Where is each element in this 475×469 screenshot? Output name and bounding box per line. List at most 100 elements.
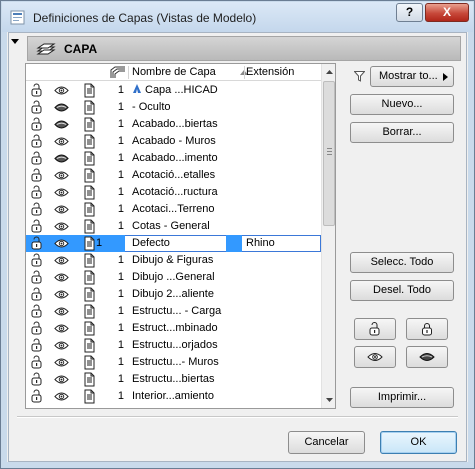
wireframe-page-icon[interactable] xyxy=(82,219,97,234)
lock-open-icon[interactable] xyxy=(30,219,45,234)
eye-icon[interactable] xyxy=(54,185,69,200)
table-row[interactable]: 1 Acotació...etalles xyxy=(26,167,321,184)
layer-name[interactable]: Estructu...- Muros xyxy=(132,354,240,371)
layer-extension[interactable] xyxy=(246,167,320,184)
select-all-button[interactable]: Selecc. Todo xyxy=(350,252,454,273)
layer-number[interactable]: 1 xyxy=(110,371,124,388)
eye-icon[interactable] xyxy=(54,304,69,319)
layer-name[interactable]: Estructu...biertas xyxy=(132,371,240,388)
eye-icon[interactable] xyxy=(54,321,69,336)
layer-name[interactable]: Acabado - Muros xyxy=(132,133,240,150)
table-row[interactable]: 1 Dibujo & Figuras xyxy=(26,252,321,269)
help-button[interactable]: ? xyxy=(396,3,423,22)
layer-extension[interactable] xyxy=(246,99,320,116)
layer-name[interactable]: Defecto xyxy=(132,235,240,252)
layer-extension[interactable] xyxy=(246,371,320,388)
layer-extension[interactable] xyxy=(246,286,320,303)
eye-closed-icon[interactable] xyxy=(54,117,69,132)
lock-open-icon[interactable] xyxy=(30,202,45,217)
layer-extension[interactable] xyxy=(246,269,320,286)
layer-number[interactable]: 1 xyxy=(110,218,124,235)
table-row[interactable]: 1 Acotació...ructura xyxy=(26,184,321,201)
layer-list[interactable]: Nombre de Capa Extensión 1 Capa ...HICAD 1… xyxy=(25,63,336,409)
unlock-all-button[interactable] xyxy=(354,318,396,340)
table-row[interactable]: 1 Acotaci...Terreno xyxy=(26,201,321,218)
scroll-up-icon[interactable] xyxy=(322,64,336,80)
layer-number[interactable]: 1 xyxy=(110,388,124,405)
lock-all-button[interactable] xyxy=(406,318,448,340)
eye-icon[interactable] xyxy=(54,287,69,302)
wireframe-page-icon[interactable] xyxy=(82,202,97,217)
layer-number[interactable]: 1 xyxy=(110,150,124,167)
close-button[interactable]: X xyxy=(425,3,469,22)
layer-number[interactable]: 1 xyxy=(110,82,124,99)
layer-extension[interactable] xyxy=(246,337,320,354)
table-row[interactable]: 1 Cotas - General xyxy=(26,218,321,235)
layer-extension[interactable] xyxy=(246,201,320,218)
list-scrollbar[interactable] xyxy=(321,64,336,408)
layer-number[interactable]: 1 xyxy=(110,320,124,337)
delete-button[interactable]: Borrar... xyxy=(350,122,454,143)
layer-extension[interactable] xyxy=(246,184,320,201)
layer-number[interactable]: 1 xyxy=(110,303,124,320)
wireframe-page-icon[interactable] xyxy=(82,83,97,98)
lock-open-icon[interactable] xyxy=(30,304,45,319)
wireframe-page-icon[interactable] xyxy=(82,287,97,302)
layer-extension[interactable] xyxy=(246,320,320,337)
table-row[interactable]: 1 Estructu...orjados xyxy=(26,337,321,354)
table-row-selected[interactable]: 1 Defecto Rhino xyxy=(26,235,321,252)
layer-name[interactable]: Interior...amiento xyxy=(132,388,240,405)
lock-open-icon[interactable] xyxy=(30,270,45,285)
eye-icon[interactable] xyxy=(54,270,69,285)
wireframe-page-icon[interactable] xyxy=(82,270,97,285)
layer-extension[interactable] xyxy=(246,252,320,269)
eye-closed-icon[interactable] xyxy=(54,100,69,115)
lock-open-icon[interactable] xyxy=(30,321,45,336)
layer-extension[interactable] xyxy=(246,116,320,133)
lock-open-icon[interactable] xyxy=(30,236,45,251)
layer-number[interactable]: 1 xyxy=(110,337,124,354)
layer-number[interactable]: 1 xyxy=(110,201,124,218)
deselect-all-button[interactable]: Desel. Todo xyxy=(350,280,454,301)
lock-open-icon[interactable] xyxy=(30,100,45,115)
table-row[interactable]: 1 Acabado...biertas xyxy=(26,116,321,133)
layer-number[interactable]: 1 xyxy=(110,133,124,150)
eye-icon[interactable] xyxy=(54,134,69,149)
table-row[interactable]: 1 Dibujo 2...aliente xyxy=(26,286,321,303)
eye-icon[interactable] xyxy=(54,389,69,404)
layer-number[interactable]: 1 xyxy=(110,167,124,184)
wireframe-page-icon[interactable] xyxy=(82,338,97,353)
eye-icon[interactable] xyxy=(54,338,69,353)
lock-open-icon[interactable] xyxy=(30,134,45,149)
wireframe-page-icon[interactable] xyxy=(82,355,97,370)
table-row[interactable]: 1 Acabado...imento xyxy=(26,150,321,167)
wireframe-page-icon[interactable] xyxy=(82,117,97,132)
wireframe-page-icon[interactable] xyxy=(82,100,97,115)
layer-number[interactable]: 1 xyxy=(110,99,124,116)
eye-closed-icon[interactable] xyxy=(54,151,69,166)
table-row[interactable]: 1 Capa ...HICAD xyxy=(26,82,321,99)
lock-open-icon[interactable] xyxy=(30,389,45,404)
table-row[interactable]: 1 Dibujo ...General xyxy=(26,269,321,286)
title-bar[interactable]: Definiciones de Capas (Vistas de Modelo)… xyxy=(2,2,473,32)
wireframe-page-icon[interactable] xyxy=(82,253,97,268)
lock-open-icon[interactable] xyxy=(30,117,45,132)
column-header-extension[interactable]: Extensión xyxy=(246,66,294,78)
table-row[interactable]: 1 Estruct...mbinado xyxy=(26,320,321,337)
eye-icon[interactable] xyxy=(54,253,69,268)
show-all-layers-button[interactable] xyxy=(354,346,396,368)
layer-extension[interactable] xyxy=(246,82,320,99)
lock-open-icon[interactable] xyxy=(30,185,45,200)
eye-icon[interactable] xyxy=(54,236,69,251)
layer-name[interactable]: Acotació...ructura xyxy=(132,184,240,201)
table-row[interactable]: 1 Estructu... - Carga xyxy=(26,303,321,320)
cancel-button[interactable]: Cancelar xyxy=(288,431,365,454)
scroll-down-icon[interactable] xyxy=(322,392,336,408)
layer-name[interactable]: Cotas - General xyxy=(132,218,240,235)
column-header-name[interactable]: Nombre de Capa xyxy=(132,66,216,78)
layer-name[interactable]: - Oculto xyxy=(132,99,240,116)
layer-intersection-icon[interactable] xyxy=(110,66,126,79)
layer-name[interactable]: Estruct...mbinado xyxy=(132,320,240,337)
layer-name[interactable]: Acotaci...Terreno xyxy=(132,201,240,218)
layer-name[interactable]: Acotació...etalles xyxy=(132,167,240,184)
